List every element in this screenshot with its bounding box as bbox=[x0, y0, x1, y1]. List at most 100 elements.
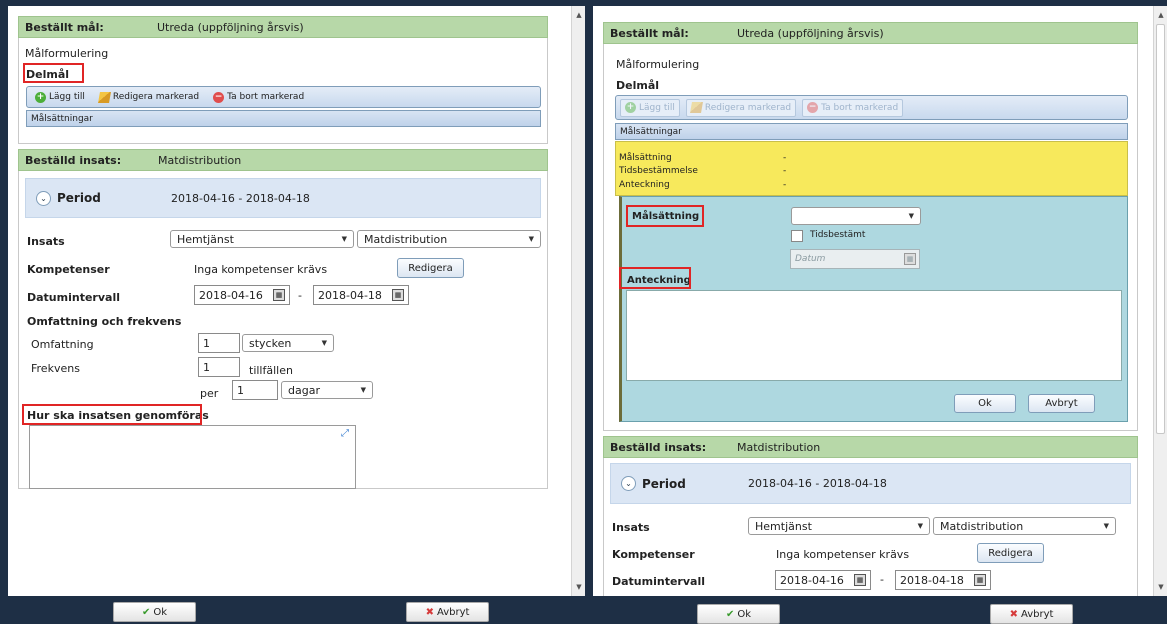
scroll-down-icon[interactable]: ▼ bbox=[572, 580, 586, 594]
left-scrollbar[interactable]: ▲ ▼ bbox=[571, 6, 585, 596]
edit-selected-button[interactable]: Redigera markerad bbox=[685, 98, 797, 117]
goal-section-right: Beställt mål: Utreda (uppföljning årsvis… bbox=[603, 22, 1138, 431]
add-button[interactable]: + Lägg till bbox=[620, 98, 680, 117]
omfattning-frekvens-label: Omfattning och frekvens bbox=[27, 315, 182, 328]
scroll-thumb[interactable] bbox=[1156, 24, 1165, 434]
datumintervall-label: Datumintervall bbox=[27, 291, 120, 304]
date-to-value: 2018-04-18 bbox=[900, 573, 964, 587]
left-ok-button[interactable]: ✔ Ok bbox=[113, 602, 196, 622]
omfattning-input[interactable]: 1 bbox=[198, 333, 240, 353]
form-cancel-button[interactable]: Avbryt bbox=[1028, 394, 1095, 413]
per-unit-select[interactable]: dagar ▼ bbox=[281, 381, 373, 399]
info-anteckning-value: - bbox=[783, 180, 787, 190]
omfattning-value: 1 bbox=[203, 336, 210, 350]
date-from-input[interactable]: 2018-04-16 ▦ bbox=[194, 285, 290, 305]
caret-down-icon: ▼ bbox=[917, 522, 923, 530]
chevron-down-icon[interactable]: ⌄ bbox=[36, 190, 51, 206]
insats-select-service-value: Matdistribution bbox=[940, 519, 1024, 533]
date-from-value: 2018-04-16 bbox=[780, 573, 844, 587]
remove-label: Ta bort markerad bbox=[227, 92, 305, 102]
add-button[interactable]: + Lägg till bbox=[31, 88, 89, 106]
period-box[interactable]: ⌄ Period 2018-04-16 - 2018-04-18 bbox=[25, 178, 541, 218]
remove-selected-button[interactable]: − Ta bort markerad bbox=[802, 98, 904, 117]
insats-header: Beställd insats: Matdistribution bbox=[603, 436, 1138, 458]
per-input[interactable]: 1 bbox=[232, 380, 278, 400]
tidsbestamt-checkbox[interactable] bbox=[791, 230, 803, 242]
right-cancel-button[interactable]: ✖ Avbryt bbox=[990, 604, 1073, 624]
insats-select-type[interactable]: Hemtjänst ▼ bbox=[170, 230, 354, 248]
plus-icon: + bbox=[625, 102, 636, 113]
scroll-up-icon[interactable]: ▲ bbox=[572, 8, 586, 22]
goal-header-value: Utreda (uppföljning årsvis) bbox=[157, 20, 304, 34]
add-label: Lägg till bbox=[49, 92, 85, 102]
expand-icon[interactable]: ⤢ bbox=[341, 429, 351, 439]
calendar-icon[interactable]: ▦ bbox=[974, 574, 986, 586]
hur-textarea[interactable]: ⤢ bbox=[29, 425, 356, 489]
plus-icon: + bbox=[35, 91, 46, 103]
chevron-down-icon[interactable]: ⌄ bbox=[621, 476, 636, 491]
malsattning-select[interactable]: ▼ bbox=[791, 207, 921, 225]
calendar-icon[interactable]: ▦ bbox=[392, 289, 404, 301]
caret-down-icon: ▼ bbox=[360, 386, 366, 394]
malsattningar-bar[interactable]: Målsättningar bbox=[615, 123, 1128, 140]
redigera-kompetenser-button[interactable]: Redigera bbox=[397, 258, 464, 278]
insats-section-right: Beställd insats: Matdistribution ⌄ Perio… bbox=[603, 436, 1138, 596]
date-to-input[interactable]: 2018-04-18 ▦ bbox=[313, 285, 409, 305]
redigera-kompetenser-button[interactable]: Redigera bbox=[977, 543, 1044, 563]
period-label: Period bbox=[57, 191, 101, 205]
left-cancel-button[interactable]: ✖ Avbryt bbox=[406, 602, 489, 622]
scroll-up-icon[interactable]: ▲ bbox=[1154, 8, 1167, 22]
delmal-highlight bbox=[23, 63, 84, 83]
remove-selected-button[interactable]: − Ta bort markerad bbox=[209, 88, 308, 106]
pencil-icon bbox=[97, 91, 111, 103]
insats-header: Beställd insats: Matdistribution bbox=[18, 149, 548, 171]
delmal-label: Delmål bbox=[616, 79, 660, 92]
insats-select-service[interactable]: Matdistribution ▼ bbox=[357, 230, 541, 248]
goal-section: Beställt mål: Utreda (uppföljning årsvis… bbox=[18, 16, 548, 144]
insats-select-type-value: Hemtjänst bbox=[755, 519, 812, 533]
info-tidsbestammelse-label: Tidsbestämmelse bbox=[619, 166, 698, 176]
kompetenser-label: Kompetenser bbox=[27, 263, 110, 276]
date-to-input[interactable]: 2018-04-18 ▦ bbox=[895, 570, 991, 590]
edit-form: Målsättning ▼ Tidsbestämt Datum ▦ Anteck… bbox=[619, 196, 1128, 422]
right-dialog: Beställt mål: Utreda (uppföljning årsvis… bbox=[593, 6, 1153, 596]
insats-select-service[interactable]: Matdistribution ▼ bbox=[933, 517, 1116, 535]
edit-label: Redigera markerad bbox=[704, 102, 792, 113]
insats-select-type[interactable]: Hemtjänst ▼ bbox=[748, 517, 930, 535]
right-scrollbar[interactable]: ▲ ▼ bbox=[1153, 6, 1167, 596]
minus-icon: − bbox=[213, 91, 225, 103]
malsattningar-bar[interactable]: Målsättningar bbox=[26, 110, 541, 127]
left-ok-label: Ok bbox=[153, 606, 168, 618]
per-label: per bbox=[200, 387, 219, 400]
right-ok-button[interactable]: ✔ Ok bbox=[697, 604, 780, 624]
date-from-value: 2018-04-16 bbox=[199, 288, 263, 302]
calendar-icon[interactable]: ▦ bbox=[854, 574, 866, 586]
anteckning-textarea[interactable] bbox=[626, 290, 1122, 381]
goal-header-label: Beställt mål: bbox=[610, 26, 689, 40]
date-to-value: 2018-04-18 bbox=[318, 288, 382, 302]
goal-toolbar: + Lägg till Redigera markerad − Ta bort ma… bbox=[615, 95, 1128, 120]
period-value: 2018-04-16 - 2018-04-18 bbox=[171, 191, 310, 205]
check-icon: ✔ bbox=[141, 606, 151, 618]
insats-header-value: Matdistribution bbox=[737, 440, 821, 454]
frekvens-input[interactable]: 1 bbox=[198, 357, 240, 377]
form-ok-button[interactable]: Ok bbox=[954, 394, 1016, 413]
kompetenser-value: Inga kompetenser krävs bbox=[776, 548, 910, 561]
omfattning-unit-select[interactable]: stycken ▼ bbox=[242, 334, 334, 352]
add-label: Lägg till bbox=[639, 102, 675, 113]
datum-input[interactable]: Datum ▦ bbox=[790, 249, 920, 269]
omfattning-label: Omfattning bbox=[31, 338, 94, 351]
scroll-down-icon[interactable]: ▼ bbox=[1154, 580, 1167, 594]
frekvens-unit: tillfällen bbox=[249, 364, 293, 377]
calendar-icon[interactable]: ▦ bbox=[273, 289, 285, 301]
period-label: Period bbox=[642, 476, 686, 491]
edit-label: Redigera markerad bbox=[112, 92, 200, 102]
minus-icon: − bbox=[807, 102, 819, 113]
datum-placeholder: Datum bbox=[795, 254, 826, 264]
datumintervall-label: Datumintervall bbox=[612, 575, 705, 588]
period-box[interactable]: ⌄ Period 2018-04-16 - 2018-04-18 bbox=[610, 463, 1131, 504]
date-from-input[interactable]: 2018-04-16 ▦ bbox=[775, 570, 871, 590]
calendar-icon[interactable]: ▦ bbox=[904, 253, 916, 265]
edit-selected-button[interactable]: Redigera markerad bbox=[95, 88, 203, 106]
insats-select-service-value: Matdistribution bbox=[364, 232, 448, 246]
